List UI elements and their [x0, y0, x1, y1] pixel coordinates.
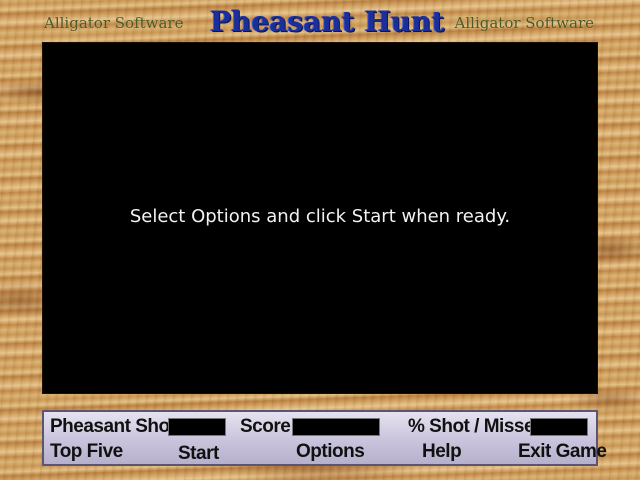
- status-message: Select Options and click Start when read…: [129, 206, 511, 227]
- options-button[interactable]: Options: [296, 441, 365, 463]
- exit-game-button[interactable]: Exit Game: [518, 441, 607, 463]
- game-playfield[interactable]: Select Options and click Start when read…: [42, 42, 598, 394]
- shot-missed-label: % Shot / Missed: [408, 416, 546, 437]
- start-button[interactable]: Start: [178, 443, 219, 465]
- game-title: Pheasant Hunt: [210, 5, 445, 38]
- help-button[interactable]: Help: [422, 441, 462, 463]
- brand-right: Alligator Software: [454, 14, 594, 32]
- shot-missed-display: [530, 418, 588, 436]
- score-display: [292, 418, 380, 436]
- brand-left: Alligator Software: [44, 14, 184, 32]
- pheasant-shot-label: Pheasant Shot: [50, 416, 176, 437]
- pheasant-shot-display: [168, 418, 226, 436]
- top-five-button[interactable]: Top Five: [50, 441, 123, 463]
- control-panel: Pheasant Shot Score % Shot / Missed Top …: [42, 410, 607, 466]
- wood-frame: Alligator Software Pheasant Hunt Alligat…: [0, 0, 640, 480]
- score-label: Score: [240, 416, 291, 437]
